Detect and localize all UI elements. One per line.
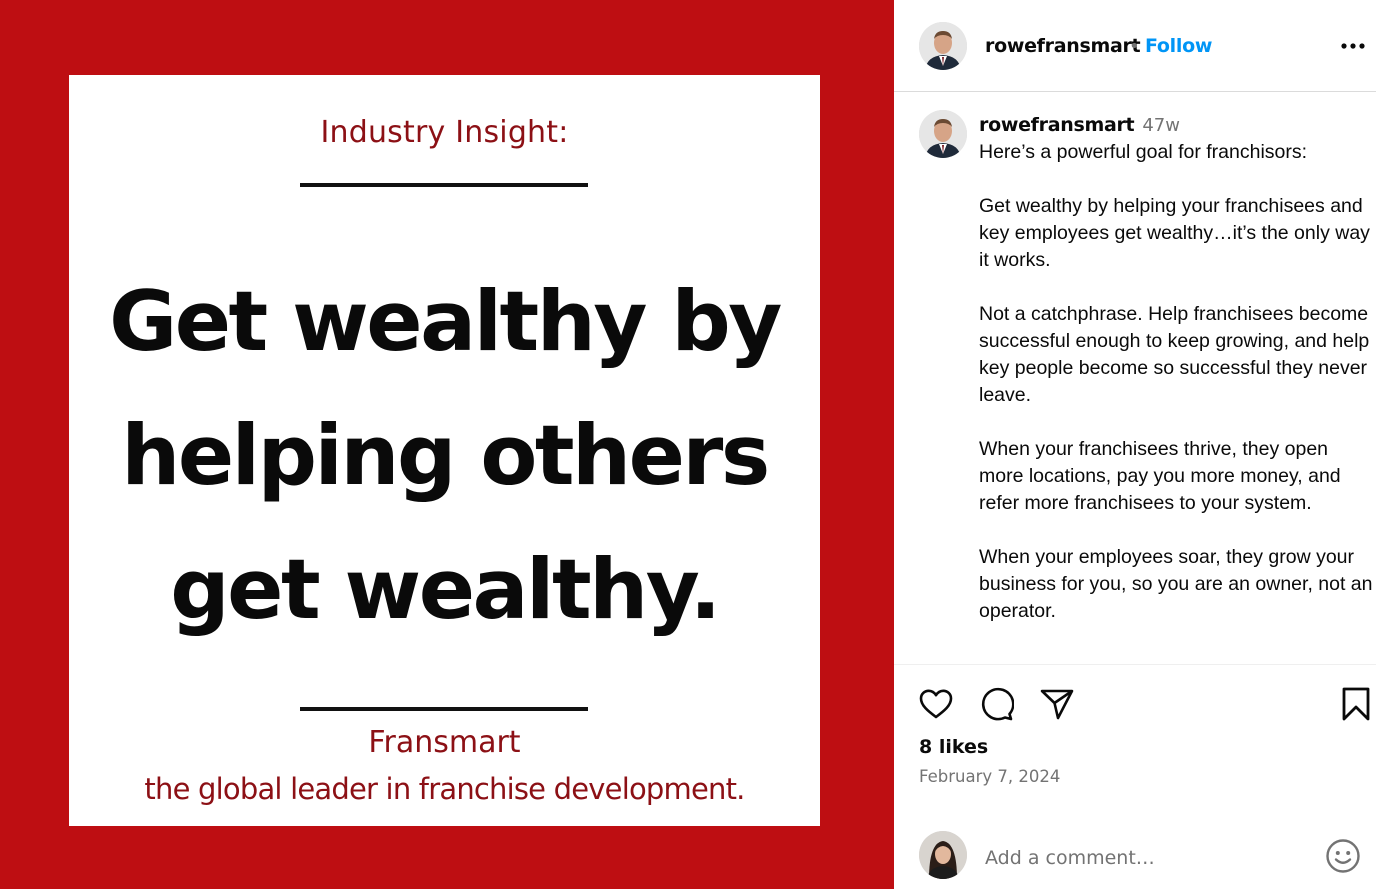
follow-button[interactable]: Follow	[1145, 35, 1212, 57]
caption-author-avatar-photo	[919, 110, 967, 158]
emoji-icon[interactable]	[1325, 838, 1361, 874]
more-options-icon[interactable]	[1340, 38, 1366, 54]
comment-input[interactable]	[985, 843, 1305, 873]
caption-paragraph: Get wealthy by helping your franchisees …	[979, 195, 1370, 271]
post-image[interactable]: Industry Insight: Get wealthy by helping…	[0, 0, 894, 889]
caption-paragraph: Here’s a powerful goal for franchisors:	[979, 141, 1308, 163]
caption-paragraph: Not a catchphrase. Help franchisees beco…	[979, 303, 1370, 406]
bookmark-icon[interactable]	[1338, 686, 1374, 722]
caption-meta: rowefransmart 47w	[979, 112, 1374, 139]
post-image-card: Industry Insight: Get wealthy by helping…	[69, 75, 820, 826]
viewer-avatar	[919, 831, 967, 879]
header-separator: •	[1129, 36, 1140, 57]
author-avatar[interactable]	[919, 22, 967, 70]
viewer-avatar-photo	[919, 831, 967, 879]
share-icon[interactable]	[1039, 686, 1075, 722]
actions-divider	[894, 664, 1376, 665]
likes-count[interactable]: 8 likes	[919, 736, 988, 758]
image-brand: Fransmart	[368, 725, 521, 760]
image-tagline: the global leader in franchise developme…	[144, 772, 745, 806]
image-headline-line: get wealthy.	[170, 541, 721, 638]
post-header: rowefransmart • Follow	[894, 0, 1376, 92]
caption-paragraph: When your franchisees thrive, they open …	[979, 438, 1341, 514]
caption-paragraph: When your employees soar, they grow your…	[979, 546, 1373, 622]
heart-icon[interactable]	[918, 686, 954, 722]
caption-username[interactable]: rowefransmart	[979, 114, 1135, 136]
image-headline: Get wealthy by helping others get wealth…	[69, 255, 820, 657]
post-caption: rowefransmart 47w Here’s a powerful goal …	[979, 112, 1374, 652]
image-divider-bottom	[300, 707, 588, 711]
caption-author-avatar[interactable]	[919, 110, 967, 158]
image-headline-line: Get wealthy by	[109, 273, 782, 370]
header-username[interactable]: rowefransmart	[985, 35, 1141, 57]
post-date[interactable]: February 7, 2024	[919, 767, 1060, 786]
caption-timestamp[interactable]: 47w	[1142, 115, 1180, 136]
post-side-panel: rowefransmart • Follow rowefransmart 47w …	[894, 0, 1376, 889]
image-headline-line: helping others	[121, 407, 770, 504]
image-kicker: Industry Insight:	[320, 115, 569, 150]
comment-icon[interactable]	[978, 686, 1014, 722]
author-avatar-photo	[919, 22, 967, 70]
image-divider-top	[300, 183, 588, 187]
